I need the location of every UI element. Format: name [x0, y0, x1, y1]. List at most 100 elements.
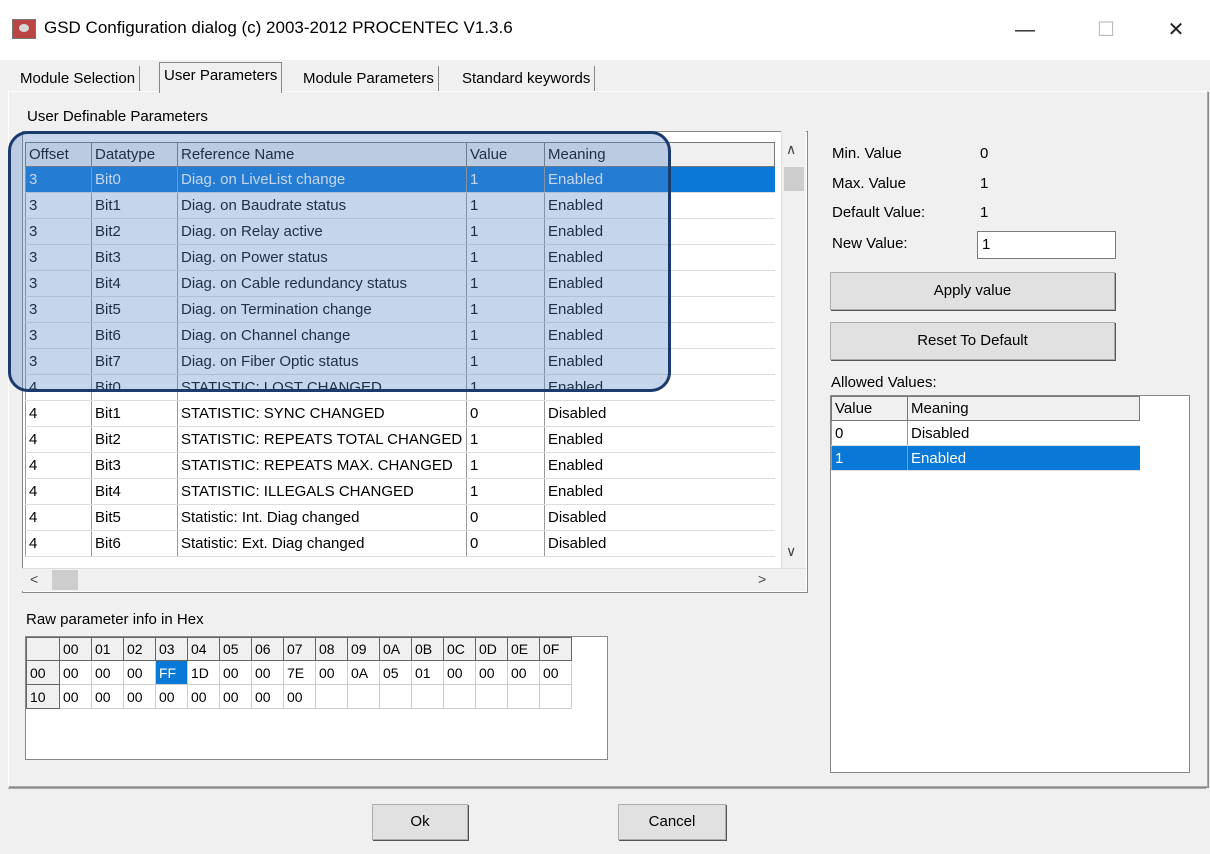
scroll-thumb[interactable]: [784, 167, 804, 191]
list-item[interactable]: 1 Enabled: [831, 445, 1140, 471]
table-cell: 1: [466, 478, 545, 505]
table-cell: Enabled: [544, 426, 775, 453]
hex-cell[interactable]: 00: [91, 660, 124, 685]
table-row[interactable]: 4 Bit1 STATISTIC: SYNC CHANGED 0 Disabled: [25, 400, 775, 427]
hex-cell[interactable]: 00: [59, 660, 92, 685]
hex-cell[interactable]: 00: [59, 684, 92, 709]
table-row[interactable]: 4 Bit4 STATISTIC: ILLEGALS CHANGED 1 Enabled: [25, 478, 775, 505]
hex-cell[interactable]: 00: [91, 684, 124, 709]
table-cell: 4: [25, 452, 92, 479]
column-header[interactable]: Value: [831, 396, 908, 421]
hex-cell[interactable]: 00: [251, 660, 284, 685]
max-value: 1: [980, 175, 989, 192]
hex-cell[interactable]: 00: [123, 660, 156, 685]
allowed-values-grid: Value Meaning 0 Disabled 1 Enabled: [830, 395, 1190, 773]
app-icon: [12, 19, 36, 39]
hex-row-header: 00: [26, 660, 60, 685]
reset-default-button[interactable]: Reset To Default: [830, 322, 1115, 360]
hex-cell[interactable]: 7E: [283, 660, 316, 685]
hex-cell[interactable]: 00: [187, 684, 220, 709]
default-value: 1: [980, 204, 989, 221]
hex-column-header: 0D: [475, 637, 508, 661]
table-cell: Enabled: [907, 445, 1140, 471]
hex-cell[interactable]: 0A: [347, 660, 380, 685]
ok-button[interactable]: Ok: [372, 804, 468, 840]
hex-cell[interactable]: 00: [507, 660, 540, 685]
hex-cell[interactable]: 00: [219, 660, 252, 685]
table-cell: 4: [25, 478, 92, 505]
hex-cell[interactable]: [443, 684, 476, 709]
hex-row-header: 10: [26, 684, 60, 709]
hex-cell[interactable]: 05: [379, 660, 412, 685]
hex-cell[interactable]: 00: [539, 660, 572, 685]
hex-cell[interactable]: 00: [475, 660, 508, 685]
hex-cell[interactable]: [347, 684, 380, 709]
hex-column-header: 0F: [539, 637, 572, 661]
tab-module-parameters[interactable]: Module Parameters: [299, 66, 439, 92]
table-cell: 4: [25, 530, 92, 557]
table-cell: 0: [831, 420, 908, 446]
apply-value-button[interactable]: Apply value: [830, 272, 1115, 310]
hex-column-header: 0B: [411, 637, 444, 661]
tab-module-selection[interactable]: Module Selection: [16, 66, 141, 92]
hex-cell[interactable]: 00: [315, 660, 348, 685]
hex-column-header: 03: [155, 637, 188, 661]
close-button[interactable]: ✕: [1153, 10, 1199, 50]
tab-standard-keywords[interactable]: Standard keywords: [458, 66, 596, 92]
table-row[interactable]: 4 Bit3 STATISTIC: REPEATS MAX. CHANGED 1 Ena…: [25, 452, 775, 479]
table-cell: 0: [466, 504, 545, 531]
hex-column-header: 0C: [443, 637, 476, 661]
hex-cell[interactable]: [379, 684, 412, 709]
hex-cell[interactable]: FF: [155, 660, 188, 685]
hex-cell[interactable]: [411, 684, 444, 709]
hex-cell[interactable]: 1D: [187, 660, 220, 685]
table-cell: 1: [466, 452, 545, 479]
new-value-label: New Value:: [832, 235, 908, 252]
allowed-values-table: Value Meaning 0 Disabled 1 Enabled: [831, 396, 1140, 471]
min-value-label: Min. Value: [832, 145, 902, 162]
hex-column-header: 09: [347, 637, 380, 661]
minimize-button[interactable]: —: [1002, 10, 1048, 50]
hex-column-header: 0E: [507, 637, 540, 661]
hex-cell[interactable]: 00: [283, 684, 316, 709]
maximize-button[interactable]: ☐: [1083, 10, 1129, 50]
scroll-right-icon[interactable]: >: [758, 571, 766, 587]
vertical-scrollbar[interactable]: ∧ ∨: [781, 131, 806, 569]
title-bar: GSD Configuration dialog (c) 2003-2012 P…: [0, 0, 1210, 60]
hex-cell[interactable]: [315, 684, 348, 709]
table-cell: Enabled: [544, 452, 775, 479]
hex-column-header: 07: [283, 637, 316, 661]
table-cell: STATISTIC: SYNC CHANGED: [177, 400, 467, 427]
hex-column-header: 06: [251, 637, 284, 661]
scroll-down-icon[interactable]: ∨: [786, 543, 796, 560]
table-cell: 4: [25, 504, 92, 531]
hex-cell[interactable]: [507, 684, 540, 709]
scroll-left-icon[interactable]: <: [30, 571, 38, 587]
hex-cell[interactable]: 00: [155, 684, 188, 709]
hscroll-thumb[interactable]: [52, 570, 78, 590]
hex-label: Raw parameter info in Hex: [26, 611, 204, 628]
hex-cell[interactable]: [539, 684, 572, 709]
hex-column-header: 05: [219, 637, 252, 661]
scroll-up-icon[interactable]: ∧: [786, 141, 796, 158]
table-row[interactable]: 4 Bit5 Statistic: Int. Diag changed 0 Disabl…: [25, 504, 775, 531]
hex-cell[interactable]: 00: [219, 684, 252, 709]
cancel-button[interactable]: Cancel: [618, 804, 726, 840]
table-cell: Disabled: [907, 420, 1140, 446]
table-row[interactable]: 4 Bit6 Statistic: Ext. Diag changed 0 Disabl…: [25, 530, 775, 557]
table-row[interactable]: 4 Bit2 STATISTIC: REPEATS TOTAL CHANGED 1 En…: [25, 426, 775, 453]
hex-row: 10 00 00 00 00 00 00 00 00: [26, 684, 572, 709]
hex-cell[interactable]: 00: [443, 660, 476, 685]
hex-column-header: 00: [59, 637, 92, 661]
hex-cell[interactable]: 01: [411, 660, 444, 685]
hex-cell[interactable]: [475, 684, 508, 709]
table-cell: Bit1: [91, 400, 178, 427]
column-header[interactable]: Meaning: [907, 396, 1140, 421]
hex-cell[interactable]: 00: [251, 684, 284, 709]
hex-cell[interactable]: 00: [123, 684, 156, 709]
tab-user-parameters[interactable]: User Parameters: [159, 62, 283, 93]
list-item[interactable]: 0 Disabled: [831, 420, 1140, 446]
table-cell: 1: [466, 426, 545, 453]
horizontal-scrollbar[interactable]: < >: [22, 568, 806, 591]
new-value-input[interactable]: 1: [977, 231, 1116, 259]
